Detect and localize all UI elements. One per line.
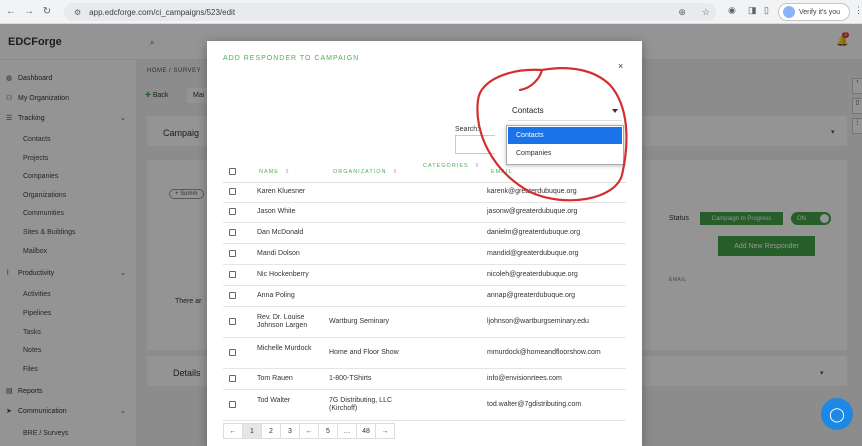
page-last[interactable]: 48 <box>356 423 376 439</box>
cell-name: Rev. Dr. Louise Johnson Largen <box>257 313 308 329</box>
table-row[interactable]: Dan McDonald danielm@greaterdubuque.org <box>223 223 626 244</box>
avatar <box>783 6 795 18</box>
row-checkbox[interactable] <box>229 317 236 325</box>
cell-email: annap@greaterdubuque.org <box>487 291 576 299</box>
table-row[interactable]: Karen Kluesner karenk@greaterdubuque.org <box>223 183 626 203</box>
cell-name: Michelle Murdock <box>257 344 312 352</box>
search-label: Search: <box>455 126 480 133</box>
row-checkbox[interactable] <box>229 291 236 299</box>
cell-name: Jason White <box>257 208 296 215</box>
row-checkbox[interactable] <box>229 270 236 278</box>
cell-email: mandid@greaterdubuque.org <box>487 249 579 257</box>
cell-name: Nic Hockenberry <box>257 270 309 278</box>
zoom-icon[interactable]: ⊕ <box>678 7 686 18</box>
page-prev[interactable]: ← <box>223 423 243 439</box>
page-2[interactable]: 2 <box>261 423 281 439</box>
sort-icon: ⇕ <box>392 169 399 175</box>
column-header-email[interactable]: EMAIL <box>491 169 513 175</box>
cell-email: ljohnson@wartburgseminary.edu <box>487 317 589 325</box>
cell-organization: 7G Distributing, LLC (Kirchoff) <box>329 396 393 412</box>
table-row[interactable]: Nic Hockenberry nicoleh@greaterdubuque.or… <box>223 265 626 286</box>
search-input[interactable] <box>455 135 495 154</box>
bookmark-star-icon[interactable]: ☆ <box>702 7 710 18</box>
add-responder-modal: ADD RESPONDER TO CAMPAIGN × Contacts Sea… <box>207 41 642 446</box>
cell-email: danielm@greaterdubuque.org <box>487 228 581 236</box>
reload-icon[interactable]: ↻ <box>40 6 54 17</box>
cell-email: karenk@greaterdubuque.org <box>487 188 577 195</box>
modal-title: ADD RESPONDER TO CAMPAIGN <box>223 55 360 62</box>
sidepanel-icon[interactable]: ▯ <box>764 5 769 16</box>
pagination: ← 1 2 3 ← 5 … 48 → <box>223 423 395 439</box>
cell-name: Tod Walter <box>257 396 291 404</box>
table-row[interactable]: Tod Walter 7G Distributing, LLC (Kirchoff… <box>223 390 626 421</box>
cell-email: tod.walter@7gdistributing.com <box>487 400 582 408</box>
row-checkbox[interactable] <box>229 188 236 195</box>
table-header: NAME ⇕ ORGANIZATION ⇕ CATEGORIES ⇕ EMAIL <box>223 161 626 183</box>
address-bar[interactable]: ⚙ app.edcforge.com/ci_campaigns/523/edit… <box>64 3 716 21</box>
select-value: Contacts <box>512 106 544 115</box>
cell-email: info@envisionrtees.com <box>487 374 562 382</box>
responder-type-select[interactable]: Contacts <box>508 101 622 121</box>
cell-organization: Home and Floor Show <box>329 348 399 356</box>
table-row[interactable]: Michelle Murdock Home and Floor Show mmurd… <box>223 338 626 369</box>
cell-name: Dan McDonald <box>257 228 304 236</box>
page-ellipsis: … <box>337 423 357 439</box>
site-settings-icon[interactable]: ⚙ <box>74 8 81 17</box>
back-arrow-icon[interactable]: ← <box>4 6 18 17</box>
url-text: app.edcforge.com/ci_campaigns/523/edit <box>89 7 236 17</box>
table-row[interactable]: Jason White jasonw@greaterdubuque.org <box>223 203 626 223</box>
table-row[interactable]: Rev. Dr. Louise Johnson Largen Wartburg S… <box>223 307 626 338</box>
menu-icon[interactable]: ⋮ <box>854 5 862 16</box>
table-row[interactable]: Tom Rauen 1-800-TShirts info@envisionrtees… <box>223 369 626 390</box>
close-icon[interactable]: × <box>618 61 623 71</box>
column-header-name[interactable]: NAME ⇕ <box>259 169 291 175</box>
sort-icon: ⇕ <box>474 163 481 169</box>
chat-icon[interactable]: ◯ <box>821 398 853 430</box>
cell-name: Karen Kluesner <box>257 188 306 195</box>
column-header-categories[interactable]: CATEGORIES ⇕ <box>423 163 480 169</box>
cell-email: mmurdock@homeandfloorshow.com <box>487 348 601 356</box>
page-next[interactable]: → <box>375 423 395 439</box>
row-checkbox[interactable] <box>229 348 236 356</box>
select-all-checkbox[interactable] <box>229 168 236 175</box>
table-row[interactable]: Anna Poling annap@greaterdubuque.org <box>223 286 626 307</box>
forward-arrow-icon[interactable]: → <box>22 6 36 17</box>
page-3[interactable]: 3 <box>280 423 300 439</box>
row-checkbox[interactable] <box>229 374 236 382</box>
page-5[interactable]: 5 <box>318 423 338 439</box>
page-1[interactable]: 1 <box>242 423 262 439</box>
select-dropdown: Contacts Companies <box>506 125 624 165</box>
verify-label: Verify it's you <box>799 8 841 16</box>
caret-down-icon <box>612 109 618 113</box>
page-ellipsis[interactable]: ← <box>299 423 319 439</box>
row-checkbox[interactable] <box>229 208 236 215</box>
option-companies[interactable]: Companies <box>508 145 622 162</box>
browser-toolbar: ← → ↻ ⚙ app.edcforge.com/ci_campaigns/52… <box>0 0 862 24</box>
row-checkbox[interactable] <box>229 228 236 236</box>
cell-name: Tom Rauen <box>257 374 293 382</box>
sort-icon: ⇕ <box>284 169 291 175</box>
option-contacts[interactable]: Contacts <box>508 127 622 144</box>
cell-organization: Wartburg Seminary <box>329 317 390 325</box>
cell-name: Mandi Dolson <box>257 249 300 257</box>
cell-email: jasonw@greaterdubuque.org <box>487 208 578 215</box>
cell-name: Anna Poling <box>257 291 295 299</box>
table-row[interactable]: Mandi Dolson mandid@greaterdubuque.org <box>223 244 626 265</box>
puzzle-icon[interactable]: ◨ <box>748 5 757 16</box>
cell-email: nicoleh@greaterdubuque.org <box>487 270 578 278</box>
row-checkbox[interactable] <box>229 400 236 408</box>
row-checkbox[interactable] <box>229 249 236 257</box>
verify-profile-button[interactable]: Verify it's you <box>778 3 850 21</box>
column-header-organization[interactable]: ORGANIZATION ⇕ <box>333 169 398 175</box>
extension-icon[interactable]: ◉ <box>728 5 736 16</box>
cell-organization: 1-800-TShirts <box>329 374 372 382</box>
